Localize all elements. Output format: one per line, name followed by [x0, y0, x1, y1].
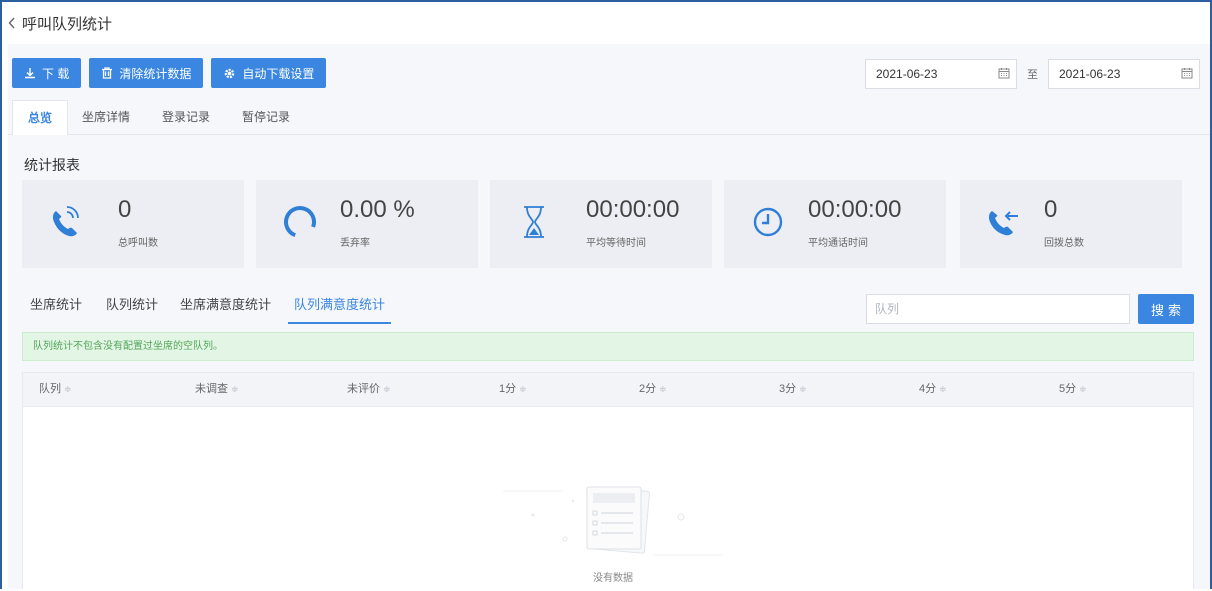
tab-overview[interactable]: 总览: [12, 100, 68, 135]
search-button[interactable]: 搜索: [1138, 294, 1194, 324]
avg-wait-value: 00:00:00: [586, 196, 680, 223]
empty-state: 没有数据: [493, 481, 733, 591]
column-header-score-4[interactable]: 4分 ≑: [919, 373, 947, 406]
calendar-icon: [998, 67, 1010, 82]
column-label: 3分: [779, 383, 797, 395]
toolbar: 下 载 清除统计数据 自动下载设置: [12, 58, 327, 88]
avg-talk-label: 平均通话时间: [808, 238, 868, 249]
title-bar: 呼叫队列统计: [2, 2, 1210, 44]
column-label: 未评价: [347, 383, 380, 395]
empty-state-text: 没有数据: [593, 573, 633, 584]
abandon-rate-label: 丢弃率: [340, 238, 370, 249]
sort-icon: ≑: [939, 384, 947, 394]
column-label: 未调查: [195, 383, 228, 395]
clear-stats-button[interactable]: 清除统计数据: [89, 58, 204, 88]
end-date-picker[interactable]: 2021-06-23: [1048, 59, 1200, 89]
tab-agent-details[interactable]: 坐席详情: [76, 100, 136, 134]
queue-search-input[interactable]: [866, 294, 1130, 324]
column-header-queue[interactable]: 队列 ≑: [39, 373, 72, 406]
callbacks-value: 0: [1044, 196, 1058, 223]
date-range: 2021-06-23 至 2021-06-23: [865, 59, 1200, 89]
stat-card-avg-wait: 00:00:00 平均等待时间: [490, 180, 712, 268]
tab-queue-satisfaction[interactable]: 队列满意度统计: [288, 288, 392, 324]
column-label: 5分: [1059, 383, 1077, 395]
stat-card-total-calls: 0 总呼叫数: [22, 180, 244, 268]
start-date-picker[interactable]: 2021-06-23: [865, 59, 1017, 89]
section-title: 统计报表: [24, 157, 80, 173]
avg-talk-value: 00:00:00: [808, 196, 902, 223]
column-label: 队列: [39, 383, 61, 395]
sort-icon: ≑: [1079, 384, 1087, 394]
clock-icon: [748, 202, 788, 242]
stat-card-abandon-rate: 0.00 % 丢弃率: [256, 180, 478, 268]
download-label: 下 载: [42, 66, 70, 81]
clear-stats-label: 清除统计数据: [119, 66, 192, 81]
workspace: 下 载 清除统计数据 自动下载设置 2021-06-23 至 2021-06-2…: [8, 44, 1210, 589]
column-header-score-2[interactable]: 2分 ≑: [639, 373, 667, 406]
start-date-value: 2021-06-23: [876, 67, 938, 81]
column-header-score-3[interactable]: 3分 ≑: [779, 373, 807, 406]
total-calls-value: 0: [118, 196, 132, 223]
abandon-rate-value: 0.00 %: [340, 196, 415, 223]
sort-icon: ≑: [64, 384, 72, 394]
back-chevron-icon[interactable]: [2, 17, 22, 29]
avg-wait-label: 平均等待时间: [586, 238, 646, 249]
queue-satisfaction-table: 队列 ≑ 未调查 ≑ 未评价 ≑ 1分 ≑ 2分 ≑ 3分 ≑ 4分 ≑ 5分 ≑: [22, 372, 1194, 589]
column-label: 2分: [639, 383, 657, 395]
total-calls-label: 总呼叫数: [118, 238, 158, 249]
phone-callback-icon: [984, 202, 1024, 242]
column-label: 4分: [919, 383, 937, 395]
stat-card-avg-talk: 00:00:00 平均通话时间: [724, 180, 946, 268]
sort-icon: ≑: [383, 384, 391, 394]
tab-agent-statistics[interactable]: 坐席统计: [30, 288, 82, 322]
auto-download-label: 自动下载设置: [242, 66, 315, 81]
download-icon: [24, 67, 36, 79]
progress-ring-icon: [280, 202, 320, 242]
callbacks-label: 回拨总数: [1044, 238, 1084, 249]
end-date-value: 2021-06-23: [1059, 67, 1121, 81]
date-range-separator: 至: [1027, 69, 1038, 81]
table-header: 队列 ≑ 未调查 ≑ 未评价 ≑ 1分 ≑ 2分 ≑ 3分 ≑ 4分 ≑ 5分 ≑: [23, 373, 1193, 407]
hourglass-icon: [514, 202, 554, 242]
window-border-left: [0, 0, 2, 589]
sort-icon: ≑: [519, 384, 527, 394]
tab-pause-records[interactable]: 暂停记录: [236, 100, 296, 134]
gear-icon: [223, 67, 236, 80]
column-header-not-surveyed[interactable]: 未调查 ≑: [195, 373, 239, 406]
stat-card-callbacks: 0 回拨总数: [960, 180, 1182, 268]
calendar-icon: [1181, 67, 1193, 82]
tab-login-records[interactable]: 登录记录: [156, 100, 216, 134]
column-header-not-rated[interactable]: 未评价 ≑: [347, 373, 391, 406]
tab-queue-statistics[interactable]: 队列统计: [106, 288, 158, 322]
tab-agent-satisfaction[interactable]: 坐席满意度统计: [180, 288, 271, 322]
info-notice: 队列统计不包含没有配置过坐席的空队列。: [22, 332, 1194, 361]
trash-icon: [101, 67, 113, 79]
column-header-score-5[interactable]: 5分 ≑: [1059, 373, 1087, 406]
sort-icon: ≑: [659, 384, 667, 394]
column-label: 1分: [499, 383, 517, 395]
sort-icon: ≑: [231, 384, 239, 394]
download-button[interactable]: 下 载: [12, 58, 82, 88]
top-tabs: 总览 坐席详情 登录记录 暂停记录: [8, 100, 1210, 135]
phone-ringing-icon: [46, 202, 86, 242]
sort-icon: ≑: [799, 384, 807, 394]
auto-download-settings-button[interactable]: 自动下载设置: [211, 58, 327, 88]
column-header-score-1[interactable]: 1分 ≑: [499, 373, 527, 406]
page-title: 呼叫队列统计: [22, 15, 113, 33]
